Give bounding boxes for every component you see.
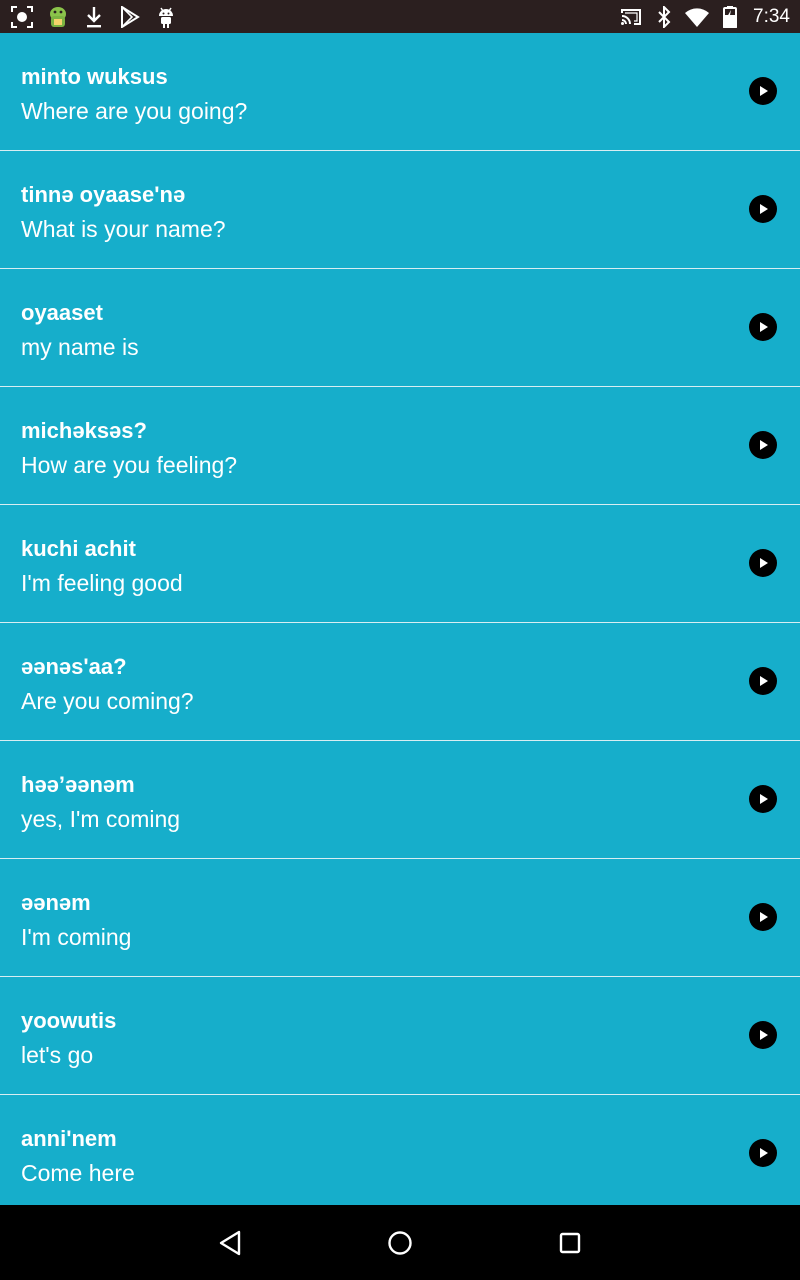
play-icon bbox=[760, 794, 768, 804]
status-bar: 7:34 bbox=[0, 0, 800, 33]
phrase-english: let's go bbox=[21, 1042, 94, 1068]
notification-icons bbox=[10, 5, 178, 29]
cast-icon bbox=[619, 5, 643, 29]
screenshot-icon bbox=[10, 5, 34, 29]
back-icon bbox=[219, 1230, 241, 1256]
list-item[interactable]: oyaaset my name is bbox=[0, 269, 800, 387]
play-store-icon bbox=[118, 5, 142, 29]
list-item[interactable]: əənəs'aa? Are you coming? bbox=[0, 623, 800, 741]
play-button[interactable] bbox=[749, 313, 777, 341]
play-icon bbox=[760, 1148, 768, 1158]
phrase-native: əənəs'aa? bbox=[21, 654, 127, 679]
list-item[interactable]: yoowutis let's go bbox=[0, 977, 800, 1095]
phrase-english: Where are you going? bbox=[21, 98, 248, 124]
phrase-text: anni'nem Come here bbox=[21, 1125, 135, 1188]
phrase-text: həə’əənəm yes, I'm coming bbox=[21, 771, 180, 834]
phrase-text: michəksəs? How are you feeling? bbox=[21, 417, 237, 480]
play-button[interactable] bbox=[749, 1021, 777, 1049]
play-button[interactable] bbox=[749, 785, 777, 813]
phrase-english: I'm feeling good bbox=[21, 570, 183, 596]
list-item[interactable]: minto wuksus Where are you going? bbox=[0, 33, 800, 151]
play-icon bbox=[760, 1030, 768, 1040]
play-button[interactable] bbox=[749, 549, 777, 577]
phrase-native: tinnə oyaase'nə bbox=[21, 182, 186, 207]
list-item[interactable]: michəksəs? How are you feeling? bbox=[0, 387, 800, 505]
recents-icon bbox=[559, 1232, 581, 1254]
phrase-native: anni'nem bbox=[21, 1126, 117, 1151]
phrase-native: michəksəs? bbox=[21, 418, 147, 443]
phrase-text: kuchi achit I'm feeling good bbox=[21, 535, 183, 598]
play-button[interactable] bbox=[749, 431, 777, 459]
download-icon bbox=[82, 5, 106, 29]
recents-button[interactable] bbox=[554, 1227, 586, 1259]
list-item[interactable]: kuchi achit I'm feeling good bbox=[0, 505, 800, 623]
phrase-text: tinnə oyaase'nə What is your name? bbox=[21, 181, 226, 244]
phrase-list[interactable]: minto wuksus Where are you going? tinnə … bbox=[0, 33, 800, 1205]
bluetooth-icon bbox=[652, 5, 676, 29]
phrase-text: əənəs'aa? Are you coming? bbox=[21, 653, 194, 716]
phrase-text: minto wuksus Where are you going? bbox=[21, 63, 247, 126]
phrase-english: yes, I'm coming bbox=[21, 806, 181, 832]
phrase-native: oyaaset bbox=[21, 300, 103, 325]
phrase-native: həə’əənəm bbox=[21, 772, 135, 797]
phrase-native: kuchi achit bbox=[21, 536, 136, 561]
list-item[interactable]: anni'nem Come here bbox=[0, 1095, 800, 1205]
play-button[interactable] bbox=[749, 195, 777, 223]
clock: 7:34 bbox=[753, 5, 790, 27]
play-icon bbox=[760, 676, 768, 686]
home-icon bbox=[388, 1231, 412, 1255]
play-icon bbox=[760, 912, 768, 922]
phrase-english: How are you feeling? bbox=[21, 452, 238, 478]
phrase-english: What is your name? bbox=[21, 216, 226, 242]
play-button[interactable] bbox=[749, 1139, 777, 1167]
play-button[interactable] bbox=[749, 903, 777, 931]
list-item[interactable]: əənəm I'm coming bbox=[0, 859, 800, 977]
play-icon bbox=[760, 86, 768, 96]
phrase-native: əənəm bbox=[21, 890, 91, 915]
battery-icon bbox=[718, 5, 742, 29]
navigation-bar bbox=[0, 1205, 800, 1280]
list-item[interactable]: həə’əənəm yes, I'm coming bbox=[0, 741, 800, 859]
phrase-english: Come here bbox=[21, 1160, 135, 1186]
phrase-native: yoowutis bbox=[21, 1008, 117, 1033]
phrase-text: əənəm I'm coming bbox=[21, 889, 131, 952]
play-button[interactable] bbox=[749, 667, 777, 695]
phrase-text: yoowutis let's go bbox=[21, 1007, 116, 1070]
system-icons: 7:34 bbox=[619, 5, 790, 29]
phrase-text: oyaaset my name is bbox=[21, 299, 139, 362]
play-icon bbox=[760, 440, 768, 450]
phrase-english: I'm coming bbox=[21, 924, 132, 950]
phrase-english: Are you coming? bbox=[21, 688, 194, 714]
phrase-english: my name is bbox=[21, 334, 139, 360]
play-button[interactable] bbox=[749, 77, 777, 105]
android-icon bbox=[154, 5, 178, 29]
play-icon bbox=[760, 204, 768, 214]
phrase-native: minto wuksus bbox=[21, 64, 168, 89]
back-button[interactable] bbox=[214, 1227, 246, 1259]
list-item[interactable]: tinnə oyaase'nə What is your name? bbox=[0, 151, 800, 269]
home-button[interactable] bbox=[384, 1227, 416, 1259]
play-icon bbox=[760, 322, 768, 332]
wifi-icon bbox=[685, 5, 710, 29]
play-icon bbox=[760, 558, 768, 568]
android-debug-icon bbox=[46, 5, 70, 29]
